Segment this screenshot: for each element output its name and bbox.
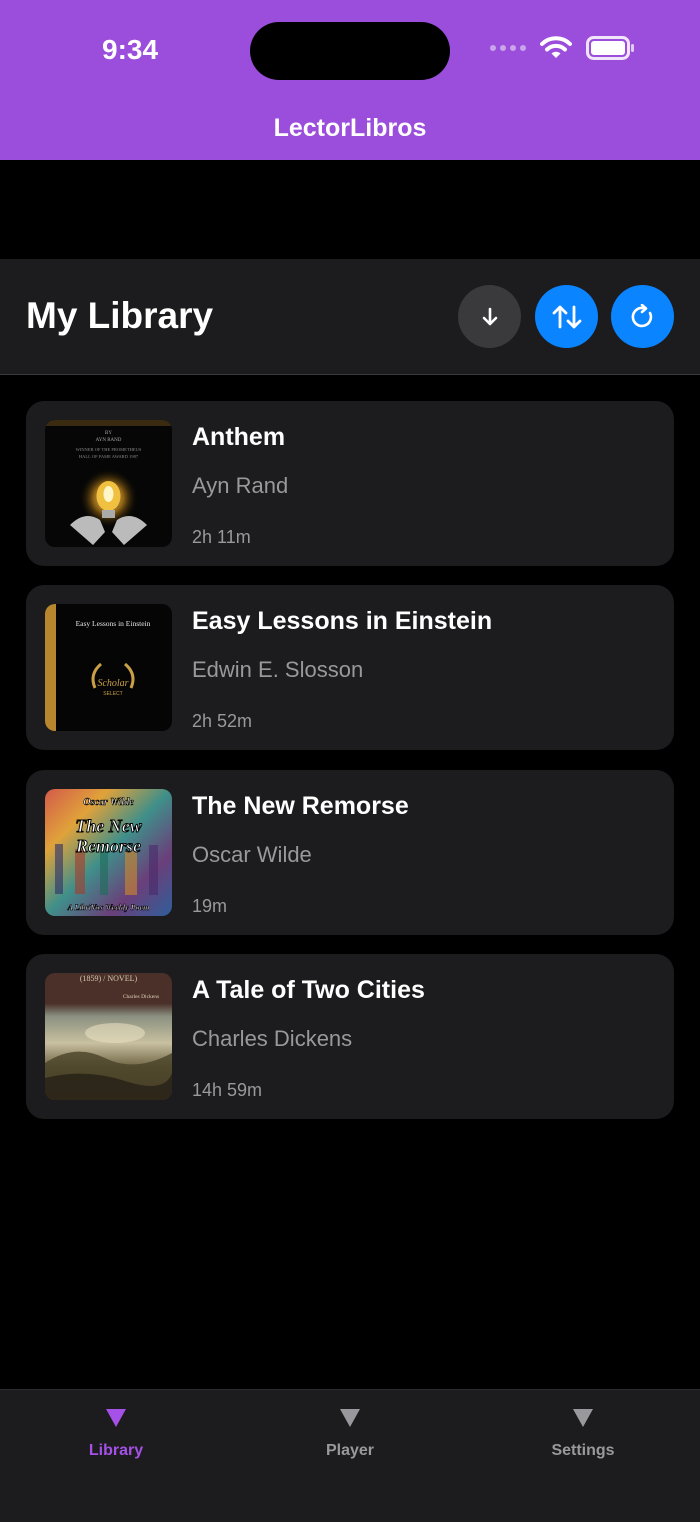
book-duration: 14h 59m bbox=[192, 1080, 263, 1100]
status-icons bbox=[490, 36, 636, 60]
sort-button[interactable] bbox=[535, 285, 598, 348]
cover-text: BY bbox=[105, 431, 112, 436]
wifi-icon bbox=[540, 36, 572, 58]
download-button[interactable] bbox=[458, 285, 521, 348]
sort-arrows-icon bbox=[552, 305, 581, 328]
arrow-down-icon bbox=[482, 307, 497, 325]
refresh-icon bbox=[631, 303, 652, 327]
cover-text: Scholar bbox=[97, 678, 128, 689]
tab-label: Player bbox=[325, 1442, 375, 1459]
triangle-down-icon bbox=[340, 1409, 360, 1427]
cover-text: WINNER OF THE PROMETHEUS bbox=[76, 447, 142, 452]
book-cover: (1859) / NOVEL) Charles Dickens bbox=[45, 973, 172, 1100]
cover-text: (1859) / NOVEL) bbox=[80, 974, 138, 983]
cover-text: Oscar Wilde bbox=[83, 797, 134, 808]
cover-text: HALL OF FAME AWARD 1987 bbox=[79, 454, 139, 459]
book-card[interactable]: BY AYN RAND WINNER OF THE PROMETHEUS HAL… bbox=[26, 401, 674, 566]
book-card[interactable]: Oscar Wilde The New Remorse A LibriVox W… bbox=[26, 770, 674, 935]
cellular-signal-icon bbox=[490, 45, 526, 51]
book-duration: 19m bbox=[192, 896, 228, 916]
tab-bar: Library Player Settings bbox=[0, 1389, 700, 1522]
cover-text: SELECT bbox=[103, 691, 122, 697]
book-card[interactable]: (1859) / NOVEL) Charles Dickens A Tale o… bbox=[26, 954, 674, 1119]
library-header: My Library bbox=[0, 259, 700, 375]
triangle-down-icon bbox=[106, 1409, 126, 1427]
book-title: Anthem bbox=[192, 423, 286, 451]
tale-cover-art: (1859) / NOVEL) Charles Dickens bbox=[45, 974, 172, 1100]
refresh-button[interactable] bbox=[611, 285, 674, 348]
book-author: Edwin E. Slosson bbox=[192, 657, 364, 682]
book-title: The New Remorse bbox=[192, 792, 409, 820]
book-cover: Oscar Wilde The New Remorse A LibriVox W… bbox=[45, 789, 172, 916]
status-time: 9:34 bbox=[102, 34, 159, 65]
cover-text: Easy Lessons in Einstein bbox=[76, 619, 151, 628]
tab-settings[interactable]: Settings bbox=[503, 1408, 663, 1460]
anthem-cover-art: BY AYN RAND WINNER OF THE PROMETHEUS HAL… bbox=[45, 420, 172, 545]
tab-label: Library bbox=[88, 1442, 144, 1459]
book-duration: 2h 52m bbox=[192, 711, 253, 731]
book-duration: 2h 11m bbox=[192, 527, 251, 547]
remorse-cover-art: Oscar Wilde The New Remorse A LibriVox W… bbox=[55, 797, 158, 912]
book-author: Oscar Wilde bbox=[192, 842, 312, 867]
book-author: Charles Dickens bbox=[192, 1026, 353, 1051]
page-title: My Library bbox=[26, 295, 214, 336]
cover-text: The New bbox=[75, 816, 142, 836]
cover-text: Remorse bbox=[75, 836, 141, 856]
book-title: Easy Lessons in Einstein bbox=[192, 607, 493, 635]
tab-library[interactable]: Library bbox=[36, 1408, 196, 1460]
book-card[interactable]: Easy Lessons in Einstein Scholar SELECT … bbox=[26, 585, 674, 750]
tab-player[interactable]: Player bbox=[270, 1408, 430, 1460]
cover-text: AYN RAND bbox=[96, 438, 122, 443]
dynamic-island bbox=[250, 22, 450, 80]
book-title: A Tale of Two Cities bbox=[192, 976, 425, 1004]
book-author: Ayn Rand bbox=[192, 473, 289, 498]
book-cover: BY AYN RAND WINNER OF THE PROMETHEUS HAL… bbox=[45, 420, 172, 547]
triangle-down-icon bbox=[573, 1409, 593, 1427]
cover-text: A LibriVox Weekly Poem bbox=[67, 903, 150, 912]
app-title: LectorLibros bbox=[273, 114, 427, 142]
einstein-cover-art: Easy Lessons in Einstein Scholar SELECT bbox=[45, 604, 151, 731]
cover-text: Charles Dickens bbox=[123, 994, 159, 1000]
book-cover: Easy Lessons in Einstein Scholar SELECT bbox=[45, 604, 172, 731]
top-app-bar: 9:34 LectorLibros bbox=[0, 0, 700, 160]
battery-icon bbox=[586, 36, 634, 60]
tab-label: Settings bbox=[551, 1442, 615, 1459]
